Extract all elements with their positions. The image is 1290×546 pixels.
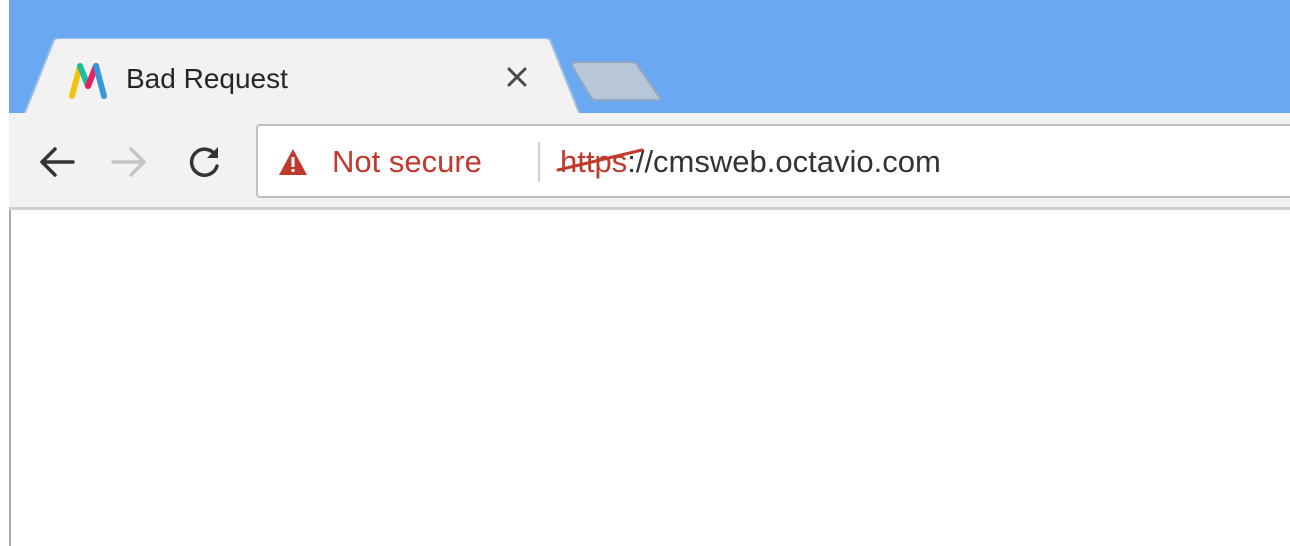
back-button[interactable] — [32, 137, 82, 187]
reload-icon — [189, 147, 219, 177]
tab-title: Bad Request — [126, 63, 288, 94]
url-host: ://cmsweb.octavio.com — [627, 144, 941, 179]
close-icon[interactable] — [496, 56, 538, 98]
separator — [538, 142, 540, 182]
url-text[interactable]: https ://cmsweb.octavio.com — [556, 144, 941, 180]
forward-button[interactable] — [104, 137, 154, 187]
address-bar[interactable]: Not secure https ://cmsweb.octavio.com — [256, 124, 1290, 198]
new-tab-button[interactable] — [568, 58, 668, 104]
page-content — [9, 210, 1290, 546]
window-frame — [0, 0, 9, 546]
warning-triangle-icon[interactable] — [278, 148, 308, 176]
reload-button[interactable] — [180, 137, 230, 187]
arrow-right-icon — [111, 147, 146, 177]
strikethrough-mark — [556, 148, 644, 172]
tab-active[interactable]: Bad Request — [22, 38, 582, 120]
letter-m-favicon-icon — [68, 60, 108, 100]
arrow-left-icon — [40, 147, 75, 177]
security-status[interactable]: Not secure — [332, 144, 482, 180]
